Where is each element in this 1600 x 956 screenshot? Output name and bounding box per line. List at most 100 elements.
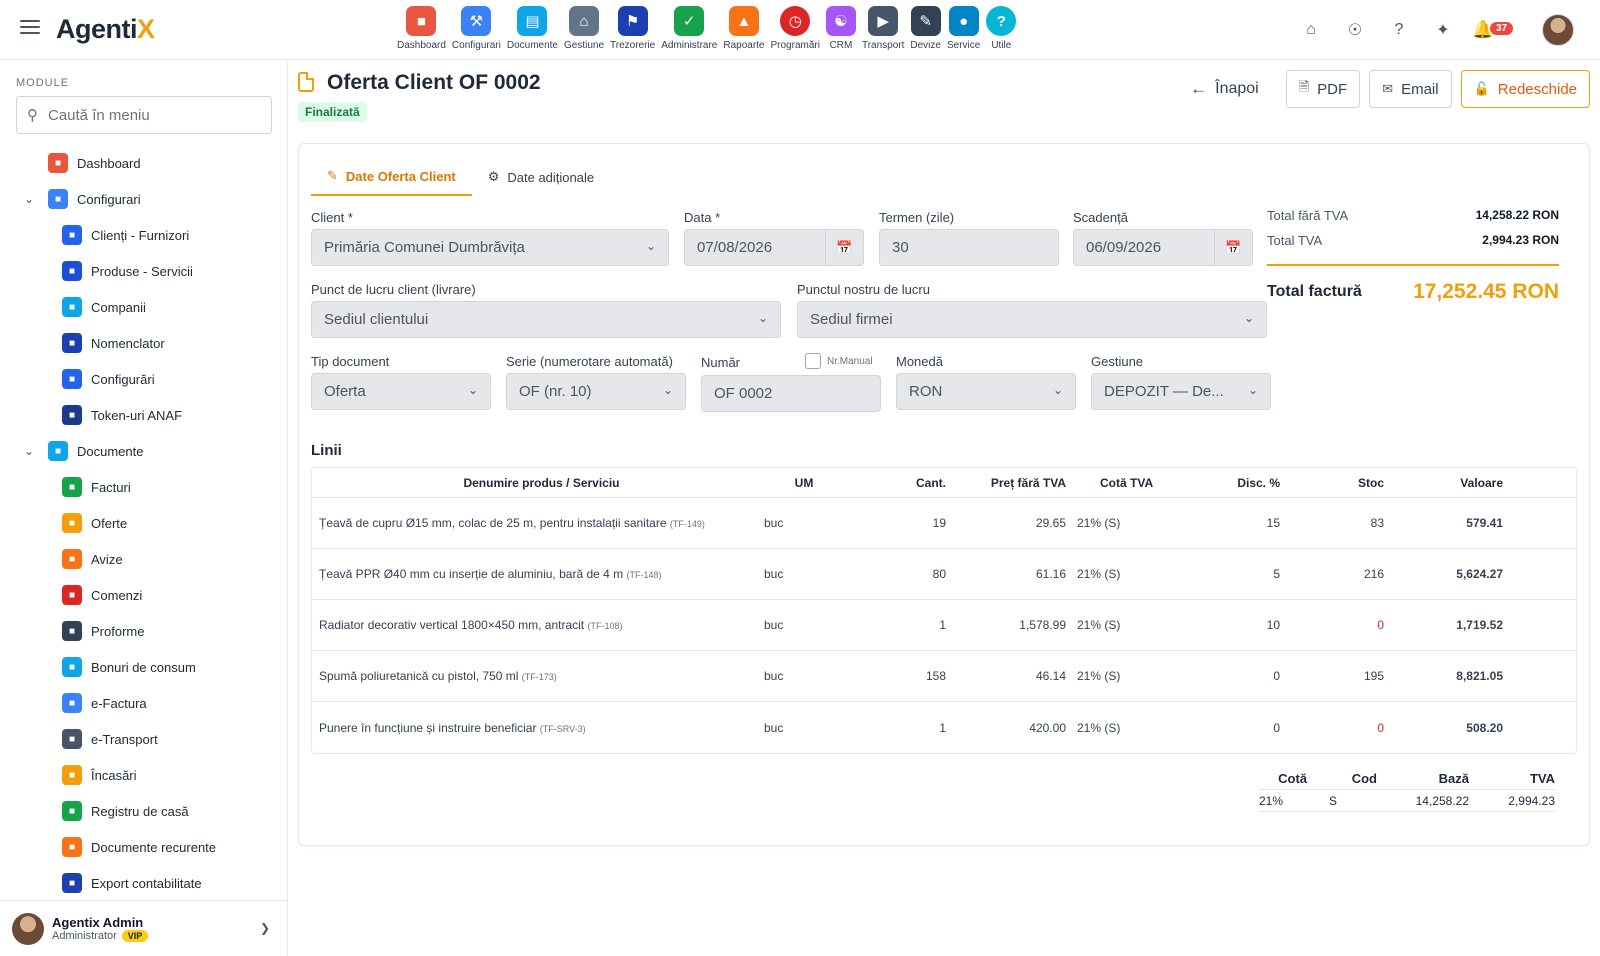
truck-icon: ▶ <box>868 6 899 36</box>
sidebar-item-label: Documente <box>77 443 144 459</box>
line-code: (TF-148) <box>626 570 662 580</box>
table-row[interactable]: Țeavă de cupru Ø15 mm, colac de 25 m, pe… <box>312 498 1576 549</box>
line-name-cell: Spumă poliuretanică cu pistol, 750 ml (T… <box>312 669 764 683</box>
module-estimate[interactable]: ✎ Devize <box>907 6 944 51</box>
envelope-icon: ✉ <box>1382 81 1394 96</box>
line-um: buc <box>764 516 784 530</box>
sidebar-item-cloud[interactable]: ■ e-Factura <box>0 685 288 721</box>
crm-icon: ☯ <box>825 6 856 36</box>
notification-count-badge: 37 <box>1490 22 1514 35</box>
scadenta-field[interactable]: 06/09/2026 📅 <box>1073 229 1253 266</box>
module-help[interactable]: ? Utile <box>983 6 1019 51</box>
tab-date-oferta[interactable]: ✎ Date Oferta Client <box>311 158 472 196</box>
chevron-down-icon: ⌄ <box>1247 383 1258 397</box>
sidebar-item-truck[interactable]: ■ e-Transport <box>0 721 288 757</box>
sidebar-user[interactable]: Agentix Admin Administrator VIP ❯ <box>0 900 288 956</box>
sidebar-item-calculator[interactable]: ■ Proforme <box>0 613 288 649</box>
sidebar-item-company[interactable]: ■ Companii <box>0 289 288 325</box>
table-row[interactable]: Radiator decorativ vertical 1800×450 mm,… <box>312 600 1576 651</box>
punct-client-select[interactable]: Sediul clientului ⌄ <box>311 301 781 338</box>
table-row[interactable]: Punere în funcțiune și instruire benefic… <box>312 702 1576 753</box>
chevron-down-icon[interactable]: ⌄ <box>24 192 34 206</box>
module-warehouse[interactable]: ⌂ Gestiune <box>561 6 607 51</box>
module-report[interactable]: ▲ Rapoarte <box>720 6 767 51</box>
module-shield[interactable]: ✓ Administrare <box>658 6 720 51</box>
module-wrench[interactable]: ⚒ Configurari <box>449 6 504 51</box>
sidebar-item-folder[interactable]: ⌄ ■ Documente <box>0 433 288 469</box>
calendar-icon[interactable]: 📅 <box>1214 230 1252 265</box>
sparkle-icon[interactable]: ✦ <box>1428 15 1458 45</box>
module-clock[interactable]: ◷ Programări <box>768 6 823 51</box>
back-button[interactable]: ← Înapoi <box>1190 79 1259 99</box>
table-row[interactable]: Țeavă PPR Ø40 mm cu inserție de aluminiu… <box>312 549 1576 600</box>
sidebar-item-recurring[interactable]: ■ Documente recurente <box>0 829 288 865</box>
moneda-select[interactable]: RON ⌄ <box>896 373 1076 410</box>
sidebar-item-delivery[interactable]: ■ Avize <box>0 541 288 577</box>
help-circle-icon[interactable]: ? <box>1384 15 1414 45</box>
module-folder[interactable]: ▤ Documente <box>504 6 561 51</box>
invoice-icon: ■ <box>62 477 82 497</box>
total-tva-row: Total TVA 2,994.23 RON <box>1267 233 1559 258</box>
sidebar-item-cart[interactable]: ■ Comenzi <box>0 577 288 613</box>
sidebar-item-users[interactable]: ■ Clienți - Furnizori <box>0 217 288 253</box>
sidebar-search-input[interactable] <box>48 106 248 124</box>
client-value: Primăria Comunei Dumbrăvița <box>324 239 525 256</box>
module-label: CRM <box>829 40 853 51</box>
line-disc: 10 <box>1266 618 1280 632</box>
termen-field[interactable]: 30 <box>879 229 1059 266</box>
sidebar-item-settings-list[interactable]: ■ Configurări <box>0 361 288 397</box>
tab-date-aditionale[interactable]: ⚙ Date adiționale <box>472 158 610 196</box>
total-factura-label: Total factură <box>1267 283 1362 300</box>
sidebar-item-invoice[interactable]: ■ Facturi <box>0 469 288 505</box>
table-row[interactable]: Spumă poliuretanică cu pistol, 750 ml (T… <box>312 651 1576 702</box>
email-button[interactable]: ✉ Email <box>1369 70 1452 108</box>
pdf-button[interactable]: 🗎 PDF <box>1285 70 1361 108</box>
sidebar-item-offer[interactable]: ■ Oferte <box>0 505 288 541</box>
sidebar-item-cash-register[interactable]: ■ Registru de casă <box>0 793 288 829</box>
module-label: Gestiune <box>563 40 605 51</box>
sidebar-item-wrench[interactable]: ⌄ ■ Configurari <box>0 181 288 217</box>
vat-summary-table: Cotă Cod Bază TVA 21% S 14,258.22 2,994.23 <box>1259 768 1555 812</box>
numar-label: Număr <box>701 355 741 370</box>
module-truck[interactable]: ▶ Transport <box>859 6 907 51</box>
chevron-down-icon[interactable]: ⌄ <box>24 444 34 458</box>
col-header-cota: Cotă TVA <box>1100 475 1154 490</box>
col-header-val: Valoare <box>1460 475 1503 490</box>
date-field[interactable]: 07/08/2026 📅 <box>684 229 864 266</box>
notifications-button[interactable]: 🔔 37 <box>1472 15 1520 45</box>
sidebar-item-catalog[interactable]: ■ Produse - Servicii <box>0 253 288 289</box>
calendar-icon[interactable]: 📅 <box>825 230 863 265</box>
tip-document-select[interactable]: Oferta ⌄ <box>311 373 491 410</box>
gestiune-label: Gestiune <box>1091 354 1144 369</box>
sidebar-item-receipt[interactable]: ■ Bonuri de consum <box>0 649 288 685</box>
app-logo[interactable]: AgentiX <box>56 14 155 45</box>
home-icon[interactable]: ⌂ <box>1296 15 1326 45</box>
compass-icon[interactable]: ☉ <box>1340 15 1370 45</box>
user-avatar[interactable] <box>1542 14 1574 46</box>
recurring-icon: ■ <box>62 837 82 857</box>
module-car[interactable]: ● Service <box>944 6 983 51</box>
reopen-button[interactable]: 🔓 Redeschide <box>1460 70 1590 108</box>
client-select[interactable]: Primăria Comunei Dumbrăvița ⌄ <box>311 229 669 266</box>
punct-nostru-select[interactable]: Sediul firmei ⌄ <box>797 301 1267 338</box>
hamburger-menu-icon[interactable] <box>20 20 40 36</box>
chevron-right-icon[interactable]: ❯ <box>260 921 270 935</box>
line-um: buc <box>764 669 784 683</box>
sidebar-item-token-shield[interactable]: ■ Token-uri ANAF <box>0 397 288 433</box>
numar-field[interactable]: OF 0002 <box>701 375 881 412</box>
sidebar-item-database-export[interactable]: ■ Export contabilitate <box>0 865 288 901</box>
sidebar-item-list[interactable]: ■ Nomenclator <box>0 325 288 361</box>
module-dashboard[interactable]: ■ Dashboard <box>394 6 449 51</box>
sidebar-item-chart-coins[interactable]: ■ Încasări <box>0 757 288 793</box>
line-cant: 80 <box>932 567 946 581</box>
user-role: Administrator <box>52 930 117 942</box>
serie-select[interactable]: OF (nr. 10) ⌄ <box>506 373 686 410</box>
gestiune-select[interactable]: DEPOZIT — De... ⌄ <box>1091 373 1271 410</box>
tab-label: Date adiționale <box>507 169 595 185</box>
dashboard-icon: ■ <box>48 153 68 173</box>
module-bank[interactable]: ⚑ Trezorerie <box>607 6 658 51</box>
module-crm[interactable]: ☯ CRM <box>823 6 859 51</box>
sidebar-item-label: Documente recurente <box>91 839 217 855</box>
nr-manual-checkbox[interactable] <box>805 353 821 369</box>
sidebar-item-dashboard[interactable]: ■ Dashboard <box>0 145 288 181</box>
